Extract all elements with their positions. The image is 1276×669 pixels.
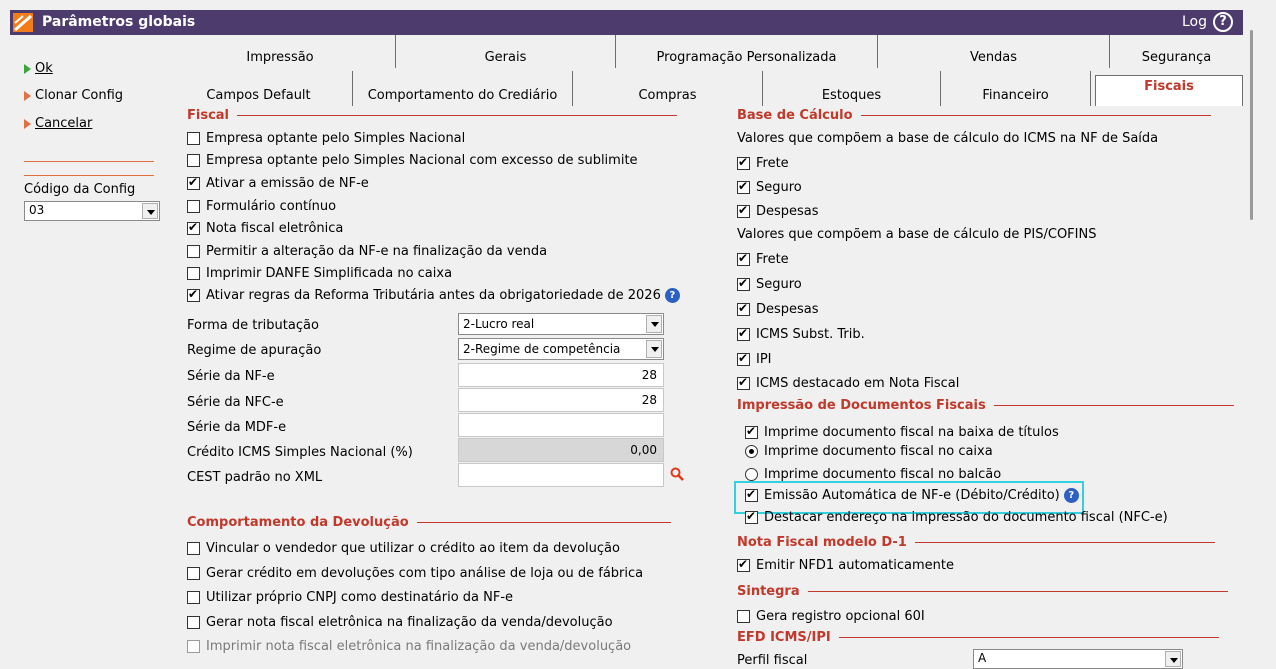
checkbox-emissao-automatica[interactable]: Emissão Automática de NF-e (Débito/Crédi… bbox=[745, 487, 1079, 503]
serie-mdfe-input[interactable] bbox=[458, 413, 664, 437]
config-code-label: Código da Config bbox=[24, 182, 136, 197]
serie-nfce-input[interactable]: 28 bbox=[458, 388, 664, 412]
tab-estoques[interactable]: Estoques bbox=[763, 71, 941, 106]
checkbox-nota-fiscal-eletronica[interactable]: Nota fiscal eletrônica bbox=[187, 220, 343, 236]
cest-label: CEST padrão no XML bbox=[187, 470, 323, 485]
checkbox-proprio-cnpj[interactable]: Utilizar próprio CNPJ como destinatário … bbox=[187, 590, 513, 605]
serie-nfce-label: Série da NFC-e bbox=[187, 395, 284, 410]
checkbox-gerar-credito[interactable]: Gerar crédito em devoluções com tipo aná… bbox=[187, 566, 643, 581]
forma-tributacao-label: Forma de tributação bbox=[187, 318, 319, 333]
cest-input[interactable] bbox=[458, 463, 664, 487]
perfil-fiscal-select[interactable]: A bbox=[973, 649, 1183, 669]
chevron-down-icon[interactable] bbox=[646, 340, 662, 358]
checkbox-formulario-continuo[interactable]: Formulário contínuo bbox=[187, 199, 336, 214]
tab-programacao-personalizada[interactable]: Programação Personalizada bbox=[616, 35, 878, 68]
sintegra-section-title: Sintegra bbox=[737, 584, 1228, 599]
checkbox-ativar-emissao-nfe[interactable]: Ativar a emissão de NF-e bbox=[187, 175, 369, 191]
credito-icms-input: 0,00 bbox=[458, 438, 664, 462]
serie-nfe-input[interactable]: 28 bbox=[458, 363, 664, 387]
left-divider bbox=[24, 161, 154, 162]
left-divider-2 bbox=[24, 175, 154, 176]
checkbox-pis-icms-destacado[interactable]: ICMS destacado em Nota Fiscal bbox=[737, 375, 959, 391]
ok-button[interactable]: Ok bbox=[24, 61, 53, 76]
help-icon[interactable]: ? bbox=[1063, 488, 1079, 503]
radio-imprime-balcao[interactable]: Imprime documento fiscal no balcão bbox=[745, 467, 1001, 482]
tab-vendas[interactable]: Vendas bbox=[878, 35, 1110, 68]
checkbox-destacar-endereco[interactable]: Destacar endereço na impressão do docume… bbox=[745, 509, 1168, 525]
help-icon[interactable]: ? bbox=[1213, 12, 1233, 32]
window-title: Parâmetros globais bbox=[42, 14, 196, 30]
app-logo-icon bbox=[13, 13, 33, 32]
scrollbar[interactable] bbox=[1250, 30, 1253, 220]
checkbox-alteracao-nfe[interactable]: Permitir a alteração da NF-e na finaliza… bbox=[187, 244, 547, 259]
checkbox-excesso-sublimite[interactable]: Empresa optante pelo Simples Nacional co… bbox=[187, 153, 638, 168]
help-icon[interactable]: ? bbox=[664, 288, 680, 303]
credito-icms-label: Crédito ICMS Simples Nacional (%) bbox=[187, 445, 413, 460]
pis-cofins-caption: Valores que compõem a base de cálculo de… bbox=[737, 227, 1097, 242]
tab-comportamento-crediario[interactable]: Comportamento do Crediário bbox=[353, 71, 573, 106]
d1-section-title: Nota Fiscal modelo D-1 bbox=[737, 535, 1215, 550]
ok-arrow-icon bbox=[24, 63, 31, 74]
tab-financeiro[interactable]: Financeiro bbox=[941, 71, 1091, 106]
checkbox-reforma-tributaria[interactable]: Ativar regras da Reforma Tributária ante… bbox=[187, 287, 680, 303]
checkbox-pis-frete[interactable]: Frete bbox=[737, 251, 789, 267]
fiscal-section-title: Fiscal bbox=[187, 108, 678, 123]
impressao-section-title: Impressão de Documentos Fiscais bbox=[737, 398, 1234, 413]
serie-nfe-label: Série da NF-e bbox=[187, 369, 275, 384]
tab-gerais[interactable]: Gerais bbox=[396, 35, 616, 68]
forma-tributacao-select[interactable]: 2-Lucro real bbox=[458, 313, 664, 335]
checkbox-danfe-simplificada[interactable]: Imprimir DANFE Simplificada no caixa bbox=[187, 266, 452, 281]
title-bar: Parâmetros globais Log ? bbox=[10, 10, 1243, 35]
checkbox-pis-ipi[interactable]: IPI bbox=[737, 351, 772, 367]
checkbox-pis-seguro[interactable]: Seguro bbox=[737, 276, 802, 292]
regime-apuracao-label: Regime de apuração bbox=[187, 343, 322, 358]
fiscais-panel: Fiscal Empresa optante pelo Simples Naci… bbox=[165, 106, 1243, 669]
cancel-arrow-icon bbox=[24, 118, 31, 129]
efd-section-title: EFD ICMS/IPI bbox=[737, 630, 1219, 645]
checkbox-gerar-nf-eletronica[interactable]: Gerar nota fiscal eletrônica na finaliza… bbox=[187, 615, 613, 630]
tab-compras[interactable]: Compras bbox=[573, 71, 763, 106]
base-calculo-section-title: Base de Cálculo bbox=[737, 108, 1211, 123]
serie-mdfe-label: Série da MDF-e bbox=[187, 420, 287, 435]
tab-seguranca[interactable]: Segurança bbox=[1110, 35, 1243, 68]
checkbox-pis-icms-st[interactable]: ICMS Subst. Trib. bbox=[737, 326, 865, 342]
tab-impressao[interactable]: Impressão bbox=[165, 35, 396, 68]
clone-config-button[interactable]: Clonar Config bbox=[24, 88, 123, 103]
cancel-button[interactable]: Cancelar bbox=[24, 116, 92, 131]
icms-caption: Valores que compõem a base de cálculo do… bbox=[737, 131, 1159, 146]
tab-campos-default[interactable]: Campos Default bbox=[165, 71, 353, 106]
checkbox-imprime-baixa-titulos[interactable]: Imprime documento fiscal na baixa de tít… bbox=[745, 424, 1059, 440]
left-panel: Ok Clonar Config Cancelar Código da Conf… bbox=[10, 35, 165, 665]
chevron-down-icon[interactable] bbox=[646, 315, 662, 333]
config-code-select[interactable]: 03 bbox=[24, 201, 160, 221]
checkbox-simples-nacional[interactable]: Empresa optante pelo Simples Nacional bbox=[187, 131, 465, 146]
radio-imprime-caixa[interactable]: Imprime documento fiscal no caixa bbox=[745, 444, 993, 459]
clone-arrow-icon bbox=[24, 90, 31, 101]
checkbox-icms-seguro[interactable]: Seguro bbox=[737, 179, 802, 195]
chevron-down-icon[interactable] bbox=[142, 203, 158, 219]
checkbox-registro-60i[interactable]: Gera registro opcional 60I bbox=[737, 609, 925, 624]
tab-row-bottom: Campos Default Comportamento do Crediári… bbox=[165, 71, 1243, 106]
search-icon[interactable] bbox=[670, 467, 684, 481]
checkbox-icms-despesas[interactable]: Despesas bbox=[737, 203, 819, 219]
checkbox-imprimir-nf-eletronica: Imprimir nota fiscal eletrônica na final… bbox=[187, 639, 631, 654]
log-button[interactable]: Log bbox=[1182, 14, 1207, 30]
checkbox-icms-frete[interactable]: Frete bbox=[737, 155, 789, 171]
devolucao-section-title: Comportamento da Devolução bbox=[187, 515, 671, 530]
checkbox-emitir-nfd1[interactable]: Emitir NFD1 automaticamente bbox=[737, 557, 954, 573]
checkbox-vincular-vendedor[interactable]: Vincular o vendedor que utilizar o crédi… bbox=[187, 541, 620, 556]
tab-row-top: Impressão Gerais Programação Personaliza… bbox=[165, 35, 1243, 71]
checkbox-pis-despesas[interactable]: Despesas bbox=[737, 301, 819, 317]
regime-apuracao-select[interactable]: 2-Regime de competência bbox=[458, 338, 664, 360]
perfil-fiscal-label: Perfil fiscal bbox=[737, 653, 808, 668]
tab-fiscais[interactable]: Fiscais bbox=[1095, 75, 1243, 106]
